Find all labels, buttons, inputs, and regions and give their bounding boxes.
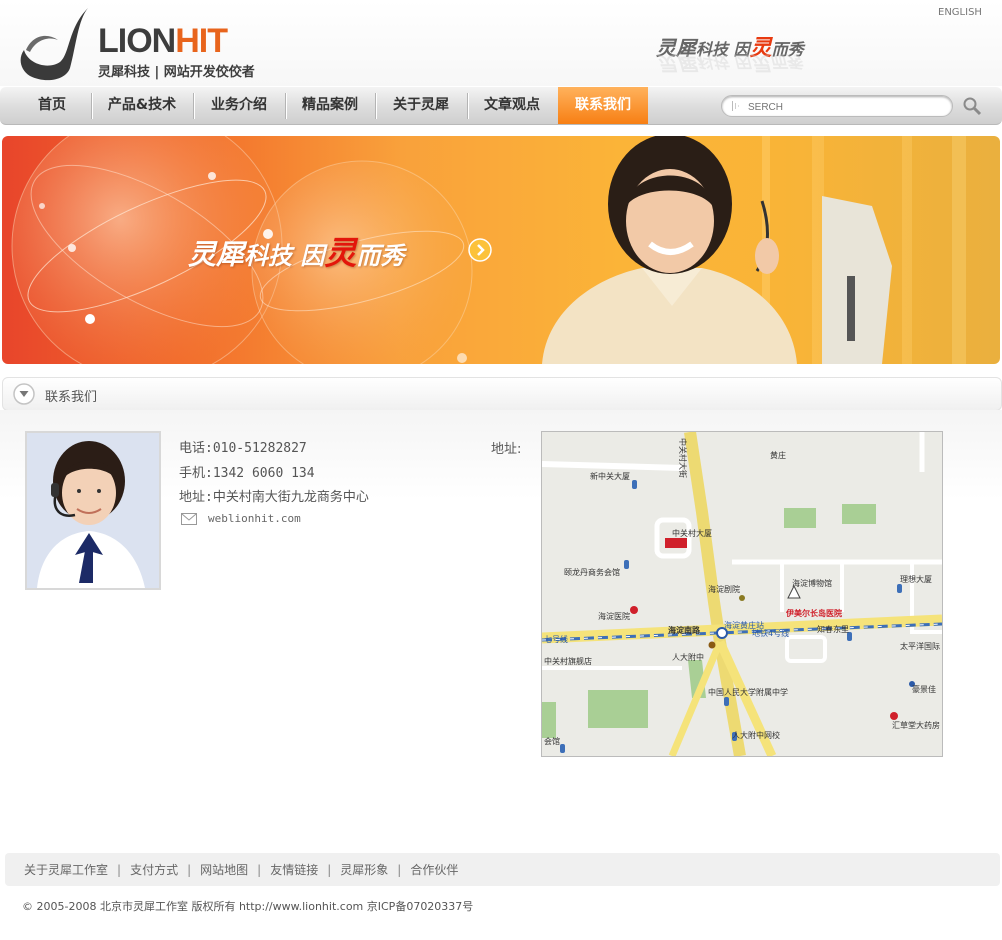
nav-item-about[interactable]: 关于灵犀 — [376, 87, 466, 124]
slogan-reflection-part: 科技 因 — [696, 52, 750, 71]
header: LIONHIT 灵犀科技 | 网站开发佼佼者 ENGLISH 灵犀科技 因灵而秀… — [0, 0, 1002, 86]
footer-link-image[interactable]: 灵犀形象 — [340, 863, 388, 877]
map-label: 会馆 — [544, 736, 560, 746]
map-label: 中国人民大学附属中学 — [708, 687, 788, 697]
nav-item-articles[interactable]: 文章观点 — [468, 87, 556, 124]
lion-logo-icon[interactable] — [18, 6, 94, 82]
footer-link-partners[interactable]: 合作伙伴 — [410, 863, 458, 877]
map-label: 人大附中 — [672, 652, 704, 662]
mobile-text: 手机:1342 6060 134 — [179, 466, 315, 481]
logo-lion: LION — [98, 22, 176, 60]
english-link[interactable]: ENGLISH — [938, 7, 982, 18]
banner-slogan-part: 而秀 — [356, 242, 405, 270]
map-label: 七号线 — [544, 634, 568, 644]
map-label: 颐龙丹商务会馆 — [564, 567, 620, 577]
map-label: 海淀南路 — [668, 625, 701, 635]
phone-text: 电话:010-51282827 — [179, 441, 307, 456]
main-nav: 首页 产品&技术 业务介绍 精品案例 关于灵犀 文章观点 联系我们 — [0, 87, 1002, 125]
logo-tagline: 灵犀科技 | 网站开发佼佼者 — [98, 65, 255, 80]
footer-link-about[interactable]: 关于灵犀工作室 — [24, 863, 108, 877]
footer-link-sitemap[interactable]: 网站地图 — [200, 863, 248, 877]
map-label: 中关村大街 — [678, 438, 688, 478]
copyright-text: © 2005-2008 北京市灵犀工作室 版权所有 http://www.lio… — [22, 900, 474, 913]
email-link[interactable]: weblionhit.com — [208, 512, 301, 525]
slogan-reflection: 灵犀科技 因灵而秀 — [656, 50, 802, 79]
map-label: 汇草堂大药房 — [892, 720, 940, 730]
map-label: 海淀剧院 — [708, 584, 740, 594]
customer-service-photo — [25, 431, 161, 590]
map-label: 太平洋国际 — [900, 641, 940, 651]
map-label: 中关村大厦 — [672, 528, 712, 538]
address-text: 地址:中关村南大街九龙商务中心 — [179, 490, 369, 505]
section-title: 联系我们 — [45, 390, 98, 405]
search-icon[interactable] — [962, 96, 982, 116]
footer-divider: | — [327, 863, 332, 877]
map-label: 伊美尔长岛医院 — [785, 608, 842, 618]
banner-slogan-part: 灵犀 — [188, 238, 245, 271]
map-label: 知春东里 — [817, 624, 849, 634]
map-label: 海淀博物馆 — [792, 578, 832, 588]
map-address-label: 地址: — [491, 442, 522, 457]
search-input[interactable] — [746, 98, 950, 116]
map-label: 地铁4号线 — [752, 628, 789, 638]
logo-wordmark[interactable]: LIONHIT — [98, 22, 228, 61]
mail-icon — [181, 513, 197, 525]
map-label: 理想大厦 — [900, 574, 932, 584]
map-label: 黄庄 — [770, 450, 786, 460]
map-label: 中关村旗舰店 — [544, 656, 592, 666]
search-input-icon — [732, 101, 739, 111]
slogan-reflection-part: 灵犀 — [656, 51, 696, 75]
nav-item-services[interactable]: 业务介绍 — [194, 87, 284, 124]
banner-slogan: 灵犀科技 因灵而秀 — [188, 228, 404, 274]
hero-banner: 灵犀科技 因灵而秀 — [2, 136, 1000, 364]
footer-link-friends[interactable]: 友情链接 — [270, 863, 318, 877]
nav-item-contact[interactable]: 联系我们 — [558, 87, 648, 124]
slogan-reflection-part: 灵 — [749, 51, 770, 75]
map-label: 人大附中网校 — [732, 730, 780, 740]
map-graphic: 中关村大街 黄庄 新中关大厦 中关村大厦 颐龙丹商务会馆 海淀剧院 海淀博物馆 … — [542, 432, 942, 756]
banner-graphic — [11, 136, 966, 364]
map-label: 豪景佳 — [912, 684, 936, 694]
search-box — [721, 95, 953, 117]
arrow-right-icon[interactable] — [468, 238, 492, 262]
banner-slogan-highlight: 灵 — [324, 234, 357, 272]
map-label: 新中关大厦 — [590, 471, 630, 481]
footer-divider: | — [257, 863, 262, 877]
map-label: 海淀医院 — [598, 611, 630, 621]
slogan-reflection-part: 而秀 — [769, 52, 802, 71]
nav-item-cases[interactable]: 精品案例 — [286, 87, 374, 124]
chevron-down-icon — [13, 383, 35, 405]
footer-divider: | — [397, 863, 402, 877]
nav-item-home[interactable]: 首页 — [14, 87, 90, 124]
footer-divider: | — [187, 863, 192, 877]
logo-hit: HIT — [175, 22, 228, 60]
section-header: 联系我们 — [2, 377, 1002, 411]
banner-slogan-part: 科技 因 — [244, 242, 325, 270]
location-map[interactable]: 中关村大街 黄庄 新中关大厦 中关村大厦 颐龙丹商务会馆 海淀剧院 海淀博物馆 … — [541, 431, 943, 757]
footer-links: 关于灵犀工作室 | 支付方式 | 网站地图 | 友情链接 | 灵犀形象 | 合作伙伴 — [24, 861, 458, 878]
nav-item-products[interactable]: 产品&技术 — [92, 87, 192, 124]
footer-divider: | — [117, 863, 122, 877]
footer-link-payment[interactable]: 支付方式 — [130, 863, 178, 877]
